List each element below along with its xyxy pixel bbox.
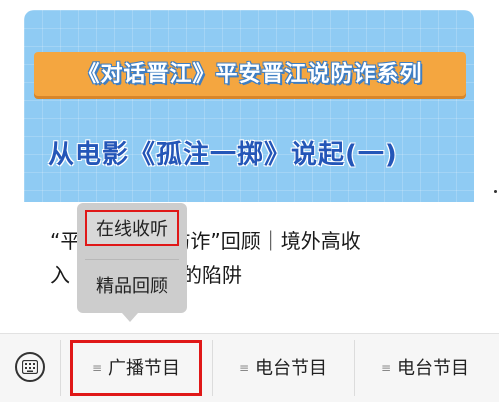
episode-title: 从电影《孤注一掷》说起(一)	[48, 140, 398, 170]
submenu-popup: 在线收听 精品回顾	[77, 203, 187, 313]
menu-label: 广播节目	[108, 358, 181, 379]
submenu-item-featured-review[interactable]: 精品回顾	[77, 273, 187, 301]
keyboard-icon-glyph	[21, 359, 39, 375]
submenu-divider	[85, 259, 179, 260]
series-title: 《对话晋江》平安晋江说防诈系列	[77, 62, 423, 87]
keyboard-icon[interactable]	[15, 352, 45, 382]
menu-lines-icon: ≡	[91, 361, 103, 375]
scroll-indicator	[494, 190, 497, 193]
submenu-pointer	[122, 313, 138, 322]
menu-lines-icon: ≡	[238, 361, 250, 375]
article-title-line-1-end: 防诈”回顾｜境外高收	[170, 229, 361, 253]
menu-lines-icon: ≡	[380, 361, 392, 375]
menu-label: 电台节目	[397, 358, 470, 379]
menu-station-programs-2[interactable]: ≡ 电台节目	[355, 340, 495, 396]
article-cover-image: 《对话晋江》平安晋江说防诈系列 从电影《孤注一掷》说起(一)	[24, 10, 474, 202]
menu-separator	[60, 340, 61, 396]
article-title-line-2-start: 入	[50, 263, 70, 287]
submenu-item-online-listen[interactable]: 在线收听	[85, 210, 179, 246]
article-title-line-1-start: “平	[50, 229, 81, 253]
menu-label: 电台节目	[255, 358, 328, 379]
menu-station-programs-1[interactable]: ≡ 电台节目	[213, 340, 353, 396]
article-title-line-2-end: 的陷阱	[182, 263, 242, 287]
menu-radio-programs[interactable]: ≡ 广播节目	[70, 340, 202, 396]
